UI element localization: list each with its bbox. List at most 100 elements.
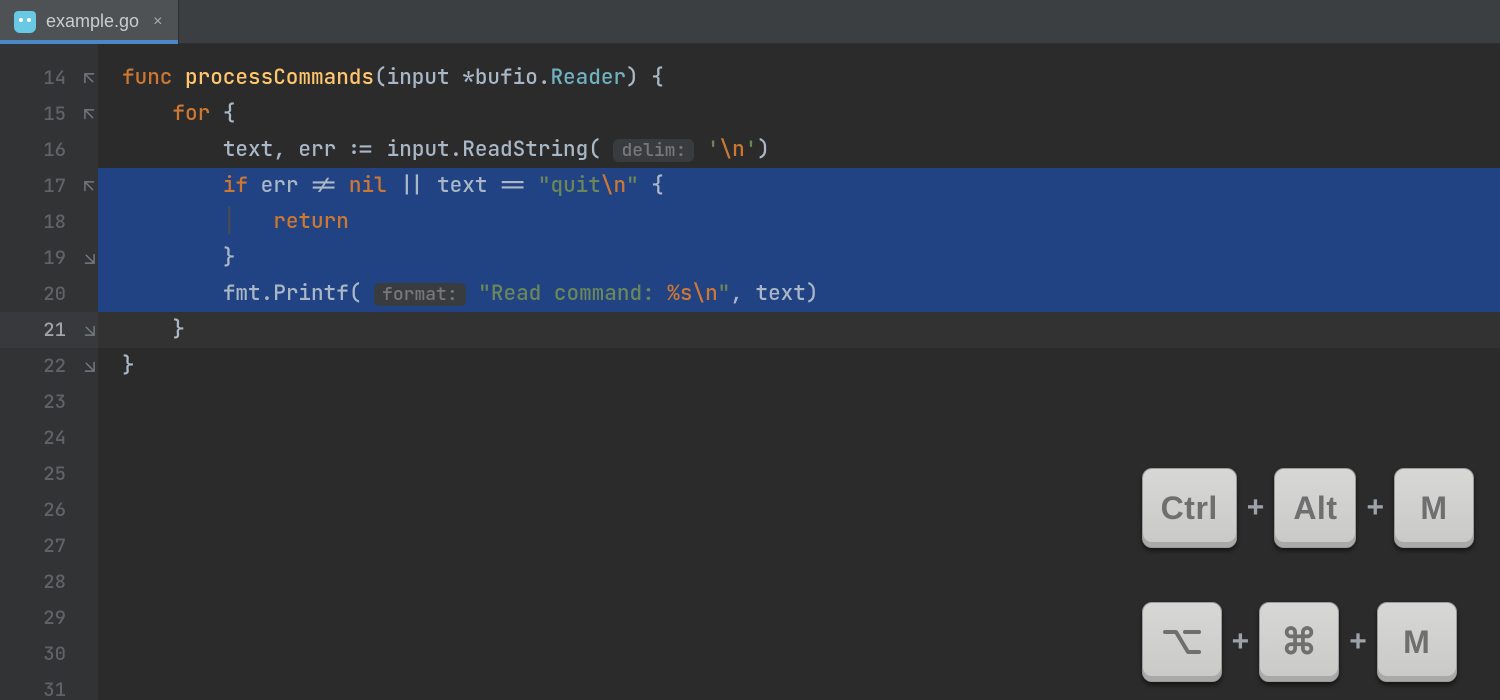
code-line[interactable]: fmt.Printf( format: "Read command: %s\n"… bbox=[98, 276, 1500, 312]
code-token bbox=[122, 172, 223, 199]
line-number[interactable]: 29 bbox=[0, 600, 98, 636]
line-number[interactable]: 19 bbox=[0, 240, 98, 276]
code-token: Reader bbox=[550, 64, 626, 91]
code-token bbox=[122, 316, 172, 343]
shortcut-row: +⌘+M bbox=[1142, 602, 1474, 682]
code-token: . bbox=[261, 280, 274, 307]
line-number[interactable]: 24 bbox=[0, 420, 98, 456]
line-number[interactable]: 30 bbox=[0, 636, 98, 672]
key-alt: Alt bbox=[1274, 468, 1356, 548]
shortcut-row: Ctrl+Alt+M bbox=[1142, 468, 1474, 548]
code-token: "quit bbox=[538, 172, 601, 199]
code-line[interactable]: text, err := input.ReadString( delim: '\… bbox=[98, 132, 1500, 168]
line-number[interactable]: 28 bbox=[0, 564, 98, 600]
code-token bbox=[466, 280, 479, 307]
code-token: == bbox=[500, 172, 538, 199]
fold-close-icon[interactable] bbox=[82, 253, 96, 263]
code-token: text bbox=[223, 136, 273, 163]
file-tab[interactable]: example.go × bbox=[0, 0, 179, 43]
code-line[interactable]: func processCommands(input *bufio.Reader… bbox=[98, 60, 1500, 96]
line-number[interactable]: 18 bbox=[0, 204, 98, 240]
command-key-icon: ⌘ bbox=[1259, 602, 1339, 682]
code-token bbox=[122, 280, 223, 307]
code-token bbox=[122, 100, 172, 127]
line-number[interactable]: 25 bbox=[0, 456, 98, 492]
fold-open-icon[interactable] bbox=[82, 181, 96, 191]
line-number[interactable]: 23 bbox=[0, 384, 98, 420]
line-number[interactable]: 15 bbox=[0, 96, 98, 132]
line-number[interactable]: 26 bbox=[0, 492, 98, 528]
code-token: * bbox=[462, 64, 475, 91]
code-token: Printf bbox=[273, 280, 349, 307]
code-token: . bbox=[538, 64, 551, 91]
code-line[interactable] bbox=[98, 384, 1500, 420]
code-token: ' bbox=[707, 136, 720, 163]
code-line[interactable]: for { bbox=[98, 96, 1500, 132]
fold-open-icon[interactable] bbox=[82, 73, 96, 83]
code-token: } bbox=[223, 244, 236, 271]
key-m: M bbox=[1377, 602, 1457, 682]
code-line[interactable]: │ return bbox=[98, 204, 1500, 240]
gutter: 141516171819202122232425262728293031 bbox=[0, 44, 98, 700]
code-token: delim: bbox=[613, 139, 694, 162]
key-m: M bbox=[1394, 468, 1474, 548]
code-token: bufio bbox=[475, 64, 538, 91]
code-token: for bbox=[172, 100, 222, 127]
code-token: format: bbox=[374, 283, 466, 306]
code-token bbox=[122, 208, 223, 235]
code-token: . bbox=[450, 136, 463, 163]
code-token: text bbox=[437, 172, 500, 199]
code-line[interactable]: } bbox=[98, 240, 1500, 276]
code-token: nil bbox=[349, 172, 399, 199]
code-token: ( bbox=[374, 64, 387, 91]
code-token: err bbox=[261, 172, 311, 199]
fold-close-icon[interactable] bbox=[82, 361, 96, 371]
close-icon[interactable]: × bbox=[153, 13, 162, 31]
code-token: { bbox=[639, 172, 664, 199]
plus-separator: + bbox=[1232, 624, 1250, 660]
code-token: input bbox=[387, 64, 463, 91]
code-token: │ bbox=[223, 208, 273, 235]
option-key-icon bbox=[1142, 602, 1222, 682]
code-token: return bbox=[273, 208, 349, 235]
fold-open-icon[interactable] bbox=[82, 109, 96, 119]
code-token: := bbox=[349, 136, 387, 163]
line-number[interactable]: 27 bbox=[0, 528, 98, 564]
code-line[interactable]: } bbox=[98, 312, 1500, 348]
code-token: ) bbox=[806, 280, 819, 307]
line-number[interactable]: 21 bbox=[0, 312, 98, 348]
plus-separator: + bbox=[1247, 490, 1265, 526]
code-token: { bbox=[223, 100, 236, 127]
code-line[interactable] bbox=[98, 420, 1500, 456]
tab-bar: example.go × bbox=[0, 0, 1500, 44]
code-token: func bbox=[122, 64, 185, 91]
code-token: } bbox=[172, 316, 185, 343]
line-number[interactable]: 16 bbox=[0, 132, 98, 168]
code-token: text bbox=[755, 280, 805, 307]
editor: 141516171819202122232425262728293031 fun… bbox=[0, 44, 1500, 700]
line-number[interactable]: 31 bbox=[0, 672, 98, 700]
code-token: \n bbox=[719, 136, 744, 163]
line-number[interactable]: 17 bbox=[0, 168, 98, 204]
line-number[interactable]: 20 bbox=[0, 276, 98, 312]
code-token: processCommands bbox=[185, 64, 374, 91]
code-token: %s\n bbox=[667, 280, 717, 307]
code-token: ' bbox=[745, 136, 758, 163]
tab-filename: example.go bbox=[46, 11, 139, 32]
line-number[interactable]: 14 bbox=[0, 60, 98, 96]
code-token: "Read command: bbox=[478, 280, 667, 307]
code-line[interactable]: if err != nil || text == "quit\n" { bbox=[98, 168, 1500, 204]
plus-separator: + bbox=[1349, 624, 1367, 660]
code-token: , bbox=[730, 280, 755, 307]
go-file-icon bbox=[14, 11, 36, 33]
code-token: } bbox=[122, 352, 135, 379]
code-line[interactable]: } bbox=[98, 348, 1500, 384]
code-token: " bbox=[626, 172, 639, 199]
code-token: ) bbox=[757, 136, 770, 163]
fold-close-icon[interactable] bbox=[82, 325, 96, 335]
shortcut-overlay: Ctrl+Alt+M+⌘+M bbox=[1142, 468, 1474, 682]
code-token: ReadString bbox=[462, 136, 588, 163]
line-number[interactable]: 22 bbox=[0, 348, 98, 384]
code-token: input bbox=[387, 136, 450, 163]
code-token: \n bbox=[601, 172, 626, 199]
